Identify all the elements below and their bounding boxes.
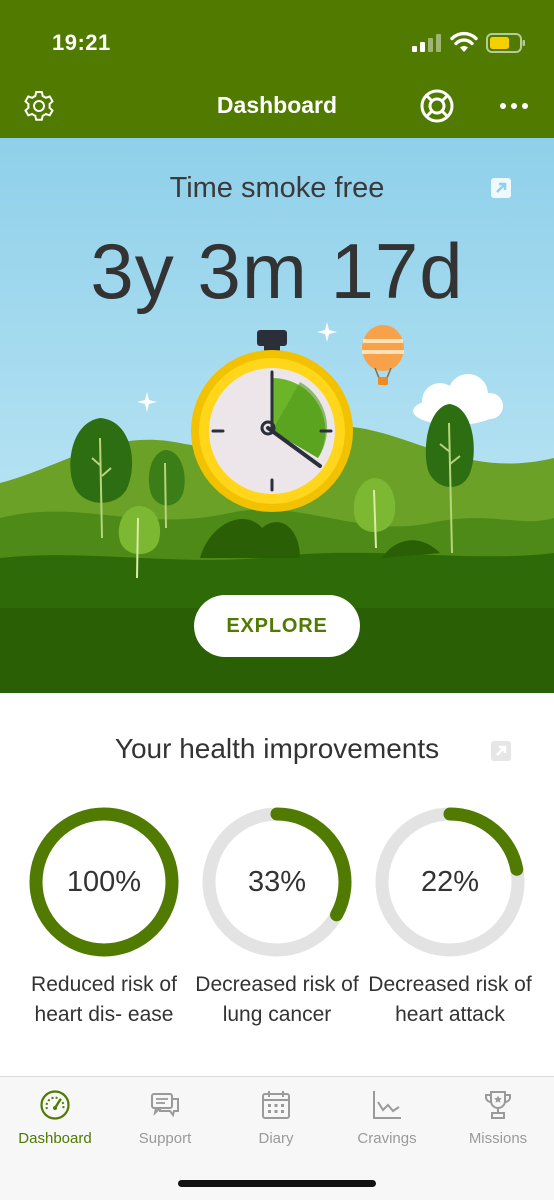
smoke-free-title: Time smoke free [169,172,385,204]
health-percentage: 33% [247,865,307,898]
chat-bubbles-icon [151,1093,179,1118]
tab-missions[interactable]: Missions [443,1087,553,1147]
health-percentage: 22% [420,865,480,898]
tab-dashboard[interactable]: Dashboard [0,1087,110,1147]
tab-cravings[interactable]: Cravings [332,1087,442,1147]
explore-button[interactable]: EXPLORE [194,595,360,657]
wifi-icon [450,31,478,52]
battery-icon [486,33,525,53]
health-percentage: 100% [66,865,142,898]
tab-diary[interactable]: Diary [221,1087,331,1147]
tab-label: Diary [258,1130,294,1147]
expand-icon[interactable] [489,739,513,763]
page-title: Dashboard [216,92,338,118]
health-ring-heart-disease[interactable]: 100% [26,804,182,960]
calendar-icon [262,1091,290,1119]
tab-label: Missions [468,1130,528,1147]
tab-label: Cravings [357,1130,417,1147]
health-label: Decreased risk of lung cancer [195,973,359,1026]
tab-support[interactable]: Support [110,1087,220,1147]
more-options-button[interactable] [496,88,532,124]
help-button[interactable] [419,88,455,124]
health-label: Decreased risk of heart attack [368,973,532,1026]
tab-label: Support [138,1130,192,1147]
trophy-icon [485,1091,511,1119]
line-chart-icon [373,1091,401,1119]
more-dots-icon [500,103,528,109]
speedometer-icon [40,1090,70,1120]
health-label: Reduced risk of heart dis- ease [31,973,177,1026]
health-section-title: Your health improvements [114,733,440,764]
health-ring-heart-attack[interactable]: 22% [372,804,528,960]
health-ring-lung-cancer[interactable]: 33% [199,804,355,960]
tab-label: Dashboard [18,1130,92,1147]
status-time: 19:21 [52,30,111,55]
cellular-signal-icon [412,34,441,52]
top-bar: 19:21 Dashboard [0,0,554,138]
expand-icon[interactable] [489,176,513,200]
home-indicator [178,1180,376,1187]
lifebuoy-icon [420,89,454,123]
smoke-free-counter: 3y 3m 17d [90,227,464,315]
